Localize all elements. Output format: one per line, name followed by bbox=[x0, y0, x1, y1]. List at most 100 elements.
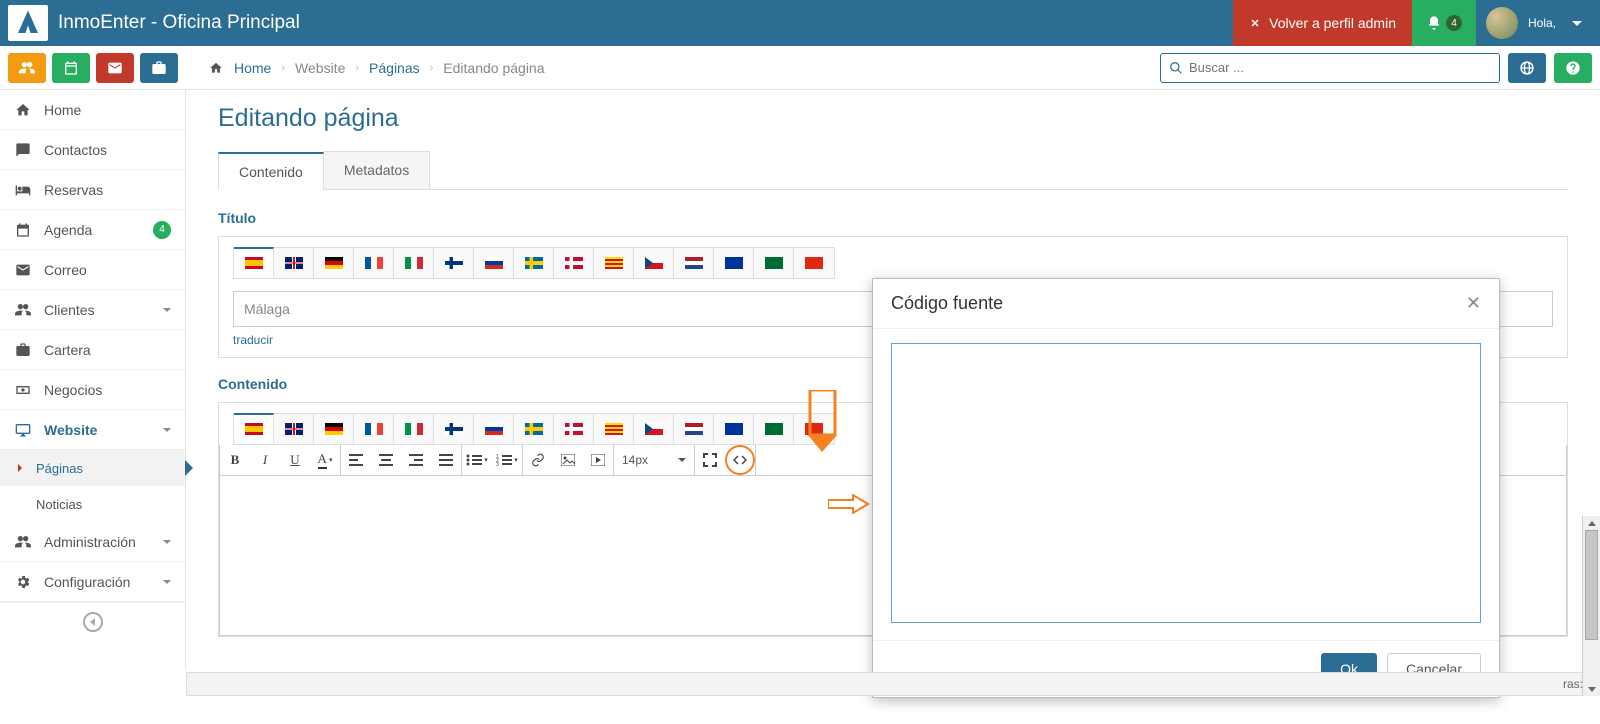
breadcrumb-pages[interactable]: Páginas bbox=[369, 60, 420, 76]
flag-icon-cz bbox=[645, 423, 663, 435]
flag-tab-es[interactable] bbox=[234, 247, 274, 277]
sidebar-collapse[interactable] bbox=[0, 602, 185, 640]
flag-tab-ru[interactable] bbox=[474, 248, 514, 278]
flag-tab-ru[interactable] bbox=[474, 414, 514, 444]
flag-tab-cn[interactable] bbox=[794, 248, 834, 278]
user-menu[interactable]: Hola, bbox=[1476, 0, 1600, 46]
align-justify-icon bbox=[439, 454, 453, 466]
source-code-textarea[interactable] bbox=[891, 343, 1481, 623]
tab-content[interactable]: Contenido bbox=[218, 152, 324, 190]
flag-tab-de[interactable] bbox=[314, 248, 354, 278]
flag-tab-dk[interactable] bbox=[554, 248, 594, 278]
vertical-scrollbar[interactable] bbox=[1582, 516, 1600, 696]
breadcrumb-home[interactable]: Home bbox=[234, 60, 271, 76]
flag-tab-fi[interactable] bbox=[434, 414, 474, 444]
search-input[interactable] bbox=[1189, 60, 1491, 75]
flag-tab-cz[interactable] bbox=[634, 414, 674, 444]
flag-tab-de[interactable] bbox=[314, 414, 354, 444]
sidebar-item-reservations[interactable]: Reservas bbox=[0, 170, 185, 210]
italic-button[interactable]: I bbox=[250, 445, 280, 475]
sidebar-item-clients[interactable]: Clientes bbox=[0, 290, 185, 330]
help-button[interactable] bbox=[1554, 53, 1592, 83]
align-left-button[interactable] bbox=[341, 445, 371, 475]
calendar-icon bbox=[63, 60, 79, 76]
bullet-list-button[interactable]: ▾ bbox=[462, 445, 492, 475]
sidebar-item-agenda[interactable]: Agenda4 bbox=[0, 210, 185, 250]
media-button[interactable] bbox=[583, 445, 613, 475]
flag-tab-sa[interactable] bbox=[754, 248, 794, 278]
image-button[interactable] bbox=[553, 445, 583, 475]
bold-button[interactable]: B bbox=[220, 445, 250, 475]
source-code-modal: Código fuente ✕ Ok Cancelar bbox=[872, 278, 1500, 698]
breadcrumb-website: Website bbox=[295, 60, 345, 76]
flag-tab-eu[interactable] bbox=[714, 414, 754, 444]
editor-status-bar: ras: 0 bbox=[186, 672, 1600, 696]
align-right-button[interactable] bbox=[401, 445, 431, 475]
back-to-admin-button[interactable]: Volver a perfil admin bbox=[1233, 0, 1412, 46]
link-button[interactable] bbox=[523, 445, 553, 475]
align-center-button[interactable] bbox=[371, 445, 401, 475]
image-icon bbox=[561, 454, 575, 466]
source-code-button[interactable] bbox=[725, 445, 755, 475]
flag-tab-ct[interactable] bbox=[594, 248, 634, 278]
search-box[interactable] bbox=[1160, 53, 1500, 83]
sidebar-item-home[interactable]: Home bbox=[0, 90, 185, 130]
flag-tab-eu[interactable] bbox=[714, 248, 754, 278]
tab-metadata[interactable]: Metadatos bbox=[323, 151, 430, 189]
translate-link[interactable]: traducir bbox=[233, 333, 273, 347]
font-size-select[interactable]: 14px bbox=[614, 445, 694, 475]
sidebar-item-portfolio[interactable]: Cartera bbox=[0, 330, 185, 370]
fullscreen-button[interactable] bbox=[695, 445, 725, 475]
flag-tab-sa[interactable] bbox=[754, 414, 794, 444]
flag-tab-gb[interactable] bbox=[274, 414, 314, 444]
users-icon bbox=[19, 60, 35, 76]
scroll-thumb[interactable] bbox=[1585, 530, 1598, 640]
underline-button[interactable]: U bbox=[280, 445, 310, 475]
flag-tab-fr[interactable] bbox=[354, 248, 394, 278]
scroll-down-arrow-icon[interactable] bbox=[1583, 682, 1600, 696]
align-justify-button[interactable] bbox=[431, 445, 461, 475]
flag-tab-es[interactable] bbox=[234, 413, 274, 443]
flag-icon-nl bbox=[685, 423, 703, 435]
flag-tab-se[interactable] bbox=[514, 248, 554, 278]
flag-tab-cz[interactable] bbox=[634, 248, 674, 278]
sidebar-item-business[interactable]: Negocios bbox=[0, 370, 185, 410]
flag-icon-nl bbox=[685, 257, 703, 269]
numbered-list-button[interactable]: 123▾ bbox=[492, 445, 522, 475]
flag-tab-it[interactable] bbox=[394, 248, 434, 278]
flag-tab-fi[interactable] bbox=[434, 248, 474, 278]
sidebar-item-contacts[interactable]: Contactos bbox=[0, 130, 185, 170]
sidebar-sub-news[interactable]: Noticias bbox=[0, 486, 185, 522]
flag-tab-nl[interactable] bbox=[674, 248, 714, 278]
quick-calendar-button[interactable] bbox=[52, 53, 90, 83]
flag-tab-ct[interactable] bbox=[594, 414, 634, 444]
text-color-button[interactable]: A▾ bbox=[310, 445, 340, 475]
modal-close-button[interactable]: ✕ bbox=[1466, 293, 1481, 314]
sidebar-item-config[interactable]: Configuración bbox=[0, 562, 185, 602]
flag-tab-nl[interactable] bbox=[674, 414, 714, 444]
quick-mail-button[interactable] bbox=[96, 53, 134, 83]
flag-tab-dk[interactable] bbox=[554, 414, 594, 444]
globe-button[interactable] bbox=[1508, 53, 1546, 83]
fullscreen-icon bbox=[703, 453, 717, 467]
scroll-up-arrow-icon[interactable] bbox=[1583, 516, 1600, 530]
flag-tab-fr[interactable] bbox=[354, 414, 394, 444]
sidebar-item-website[interactable]: Website bbox=[0, 410, 185, 450]
mail-icon bbox=[107, 60, 123, 76]
flag-tab-gb[interactable] bbox=[274, 248, 314, 278]
sidebar-item-admin[interactable]: Administración bbox=[0, 522, 185, 562]
mail-icon bbox=[14, 262, 32, 278]
flag-tab-it[interactable] bbox=[394, 414, 434, 444]
sidebar-sub-pages[interactable]: Páginas bbox=[0, 450, 185, 486]
flag-tab-se[interactable] bbox=[514, 414, 554, 444]
flag-tab-cn[interactable] bbox=[794, 414, 834, 444]
quick-briefcase-button[interactable] bbox=[140, 53, 178, 83]
quick-users-button[interactable] bbox=[8, 53, 46, 83]
align-left-icon bbox=[349, 454, 363, 466]
collapse-icon bbox=[83, 612, 103, 632]
flag-icon-it bbox=[405, 423, 423, 435]
sidebar-item-mail[interactable]: Correo bbox=[0, 250, 185, 290]
notifications-button[interactable]: 4 bbox=[1412, 0, 1476, 46]
agenda-badge: 4 bbox=[153, 221, 171, 239]
flag-icon-sa bbox=[765, 423, 783, 435]
